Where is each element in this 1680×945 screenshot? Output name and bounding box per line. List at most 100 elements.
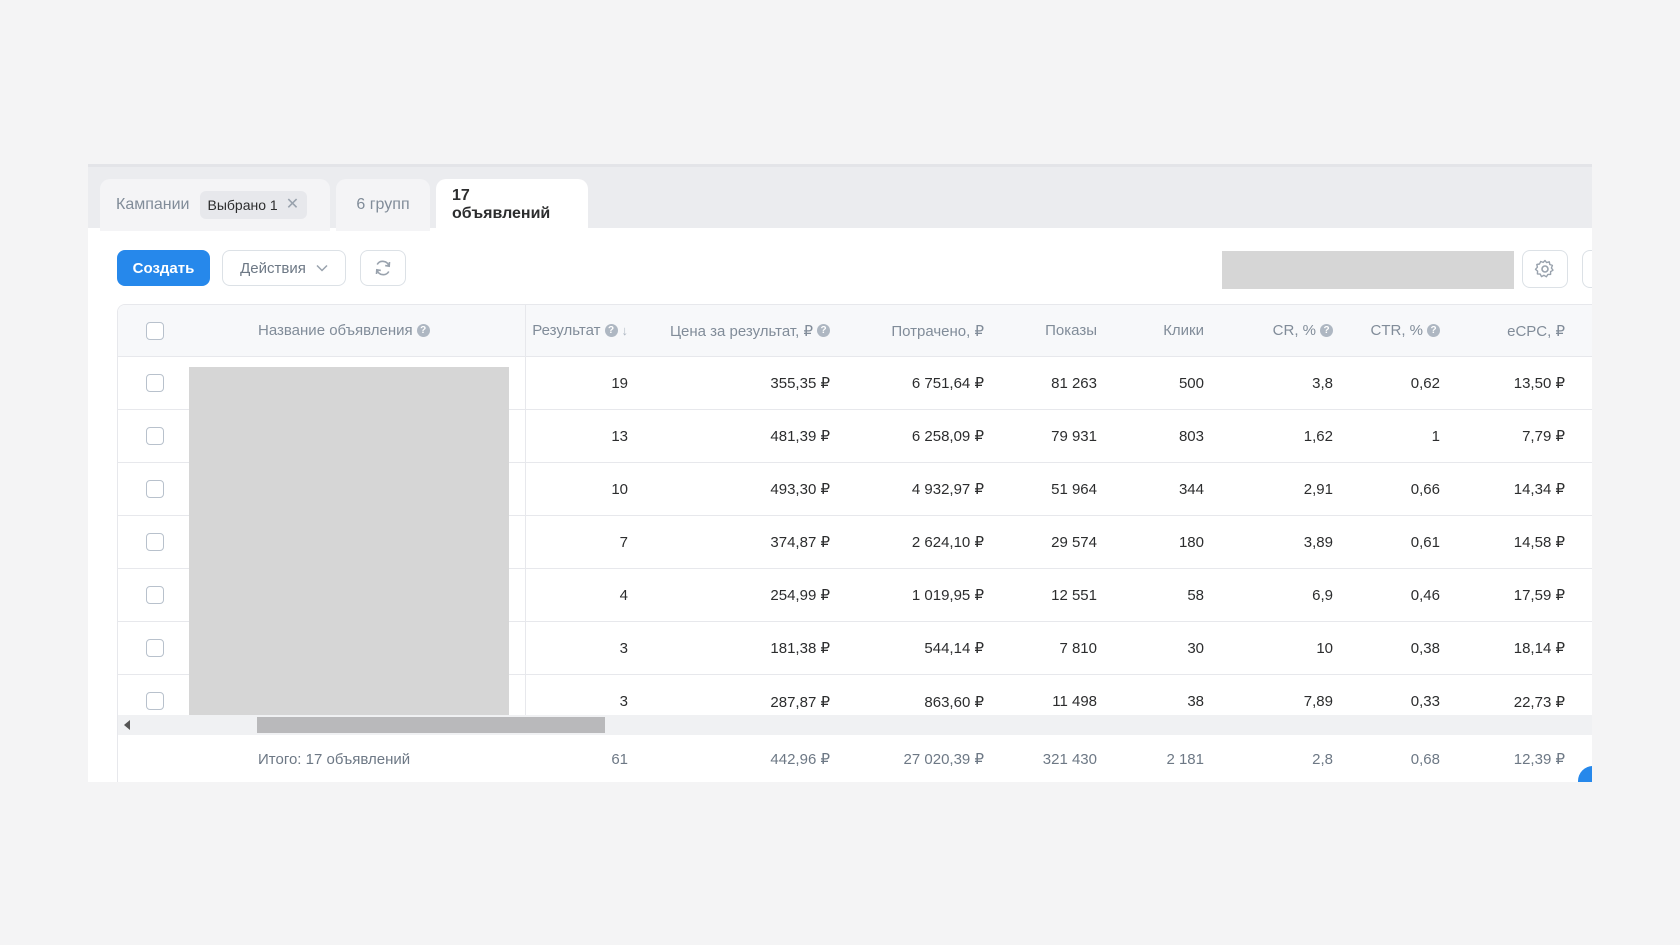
header-clicks[interactable]: Клики xyxy=(1108,305,1204,356)
tab-ads[interactable]: 17 объявлений xyxy=(436,179,588,231)
cell-spent: 6 258,09 ₽ xyxy=(911,428,984,445)
cell-cr: 1,62 xyxy=(1303,427,1333,445)
header-ecpc-label: eCPC, ₽ xyxy=(1507,322,1565,340)
tab-groups-label: 6 групп xyxy=(356,196,410,213)
cell-shows: 79 931 xyxy=(1051,427,1097,445)
cell-result: 4 xyxy=(619,586,628,604)
header-result[interactable]: Результат ? ↓ xyxy=(528,305,628,356)
horizontal-scrollbar[interactable] xyxy=(118,715,1592,735)
refresh-icon xyxy=(375,260,391,276)
cell-price: 355,35 ₽ xyxy=(770,375,830,392)
more-button[interactable] xyxy=(1582,250,1592,288)
row-checkbox[interactable] xyxy=(146,692,164,710)
row-checkbox[interactable] xyxy=(146,374,164,392)
tab-groups[interactable]: 6 групп xyxy=(336,179,430,231)
question-icon[interactable]: ? xyxy=(416,324,430,337)
cell-ecpc: 14,58 ₽ xyxy=(1513,534,1565,551)
cell-shows: 81 263 xyxy=(1051,374,1097,392)
cell-spent: 2 624,10 ₽ xyxy=(911,534,984,551)
ads-panel: Кампании Выбрано 1 ✕ 6 групп 17 объявлен… xyxy=(88,164,1592,782)
cell-shows: 7 810 xyxy=(1059,639,1097,657)
cell-clicks: 58 xyxy=(1187,586,1204,604)
cell-spent: 544,14 ₽ xyxy=(924,640,984,657)
total-result: 61 xyxy=(611,750,628,768)
cell-clicks: 344 xyxy=(1178,480,1204,498)
select-all-checkbox[interactable] xyxy=(146,322,164,340)
cell-clicks: 500 xyxy=(1178,374,1204,392)
settings-button[interactable] xyxy=(1522,250,1568,288)
cell-cr: 3,89 xyxy=(1303,533,1333,551)
actions-dropdown[interactable]: Действия xyxy=(222,250,346,286)
cell-cr: 6,9 xyxy=(1312,586,1333,604)
table-header: Название объявления ? Результат ? ↓ Цена… xyxy=(118,305,1592,357)
question-icon[interactable]: ? xyxy=(817,324,830,337)
total-cr: 2,8 xyxy=(1312,750,1333,768)
total-clicks: 2 181 xyxy=(1166,750,1204,768)
header-price[interactable]: Цена за результат, ₽ ? xyxy=(638,305,830,356)
cell-price: 493,30 ₽ xyxy=(770,481,830,498)
cell-shows: 51 964 xyxy=(1051,480,1097,498)
header-cr[interactable]: CR, % ? xyxy=(1214,305,1333,356)
tab-campaigns[interactable]: Кампании Выбрано 1 ✕ xyxy=(100,179,330,231)
header-shows[interactable]: Показы xyxy=(994,305,1097,356)
question-icon[interactable]: ? xyxy=(1427,324,1440,337)
cell-ctr: 0,38 xyxy=(1410,639,1440,657)
row-checkbox[interactable] xyxy=(146,480,164,498)
cell-price: 481,39 ₽ xyxy=(770,428,830,445)
sort-down-icon[interactable]: ↓ xyxy=(622,323,629,338)
header-shows-label: Показы xyxy=(1045,322,1097,339)
cell-cr: 3,8 xyxy=(1312,374,1333,392)
scroll-left-arrow-icon[interactable] xyxy=(124,720,130,730)
chevron-down-icon xyxy=(316,264,328,272)
question-icon[interactable]: ? xyxy=(604,324,618,337)
header-name[interactable]: Название объявления ? xyxy=(258,305,508,356)
total-ctr: 0,68 xyxy=(1410,750,1440,768)
tab-ads-label: 17 объявлений xyxy=(452,187,551,222)
total-shows: 321 430 xyxy=(1042,750,1097,768)
cell-cr: 2,91 xyxy=(1303,480,1333,498)
cell-ctr: 0,61 xyxy=(1410,533,1440,551)
row-checkbox[interactable] xyxy=(146,533,164,551)
row-checkbox[interactable] xyxy=(146,639,164,657)
question-icon[interactable]: ? xyxy=(1320,324,1333,337)
selected-chip-label: Выбрано 1 xyxy=(207,197,278,213)
cell-price: 181,38 ₽ xyxy=(770,640,830,657)
toolbar: Создать Действия xyxy=(88,228,1592,304)
create-button[interactable]: Создать xyxy=(117,250,210,286)
row-checkbox[interactable] xyxy=(146,427,164,445)
cell-ctr: 0,62 xyxy=(1410,374,1440,392)
refresh-button[interactable] xyxy=(360,250,406,286)
ads-table: Название объявления ? Результат ? ↓ Цена… xyxy=(117,304,1592,782)
cell-spent: 6 751,64 ₽ xyxy=(911,375,984,392)
cell-result: 3 xyxy=(619,639,628,657)
cell-price: 254,99 ₽ xyxy=(770,587,830,604)
table-totals-row: Итого: 17 объявлений 61 442,96 ₽ 27 020,… xyxy=(118,735,1592,782)
totals-label: Итого: 17 объявлений xyxy=(258,750,411,768)
cell-ctr: 0,66 xyxy=(1410,480,1440,498)
header-ecpc[interactable]: eCPC, ₽ xyxy=(1450,305,1565,356)
header-cr-label: CR, % xyxy=(1272,322,1316,339)
cell-ecpc: 18,14 ₽ xyxy=(1513,640,1565,657)
header-spent-label: Потрачено, ₽ xyxy=(891,322,984,340)
gear-icon xyxy=(1534,259,1554,278)
total-ecpc: 12,39 ₽ xyxy=(1513,751,1565,768)
close-icon[interactable]: ✕ xyxy=(286,197,299,213)
row-checkbox[interactable] xyxy=(146,586,164,604)
cell-spent: 4 932,97 ₽ xyxy=(911,481,984,498)
ad-names-redacted xyxy=(189,367,509,715)
column-divider xyxy=(525,305,526,715)
cell-cr: 10 xyxy=(1316,639,1333,657)
selected-chip[interactable]: Выбрано 1 ✕ xyxy=(199,191,308,219)
search-field-redacted[interactable] xyxy=(1222,251,1514,289)
cell-price: 374,87 ₽ xyxy=(770,534,830,551)
scrollbar-thumb[interactable] xyxy=(257,717,605,733)
total-price: 442,96 ₽ xyxy=(770,751,830,768)
header-result-label: Результат xyxy=(532,322,601,339)
header-ctr-label: CTR, % xyxy=(1370,322,1424,339)
header-ctr[interactable]: CTR, % ? xyxy=(1343,305,1440,356)
cell-ctr: 0,46 xyxy=(1410,586,1440,604)
header-clicks-label: Клики xyxy=(1163,322,1204,339)
tab-bar: Кампании Выбрано 1 ✕ 6 групп 17 объявлен… xyxy=(88,164,1592,231)
header-spent[interactable]: Потрачено, ₽ xyxy=(838,305,984,356)
cell-shows: 29 574 xyxy=(1051,533,1097,551)
